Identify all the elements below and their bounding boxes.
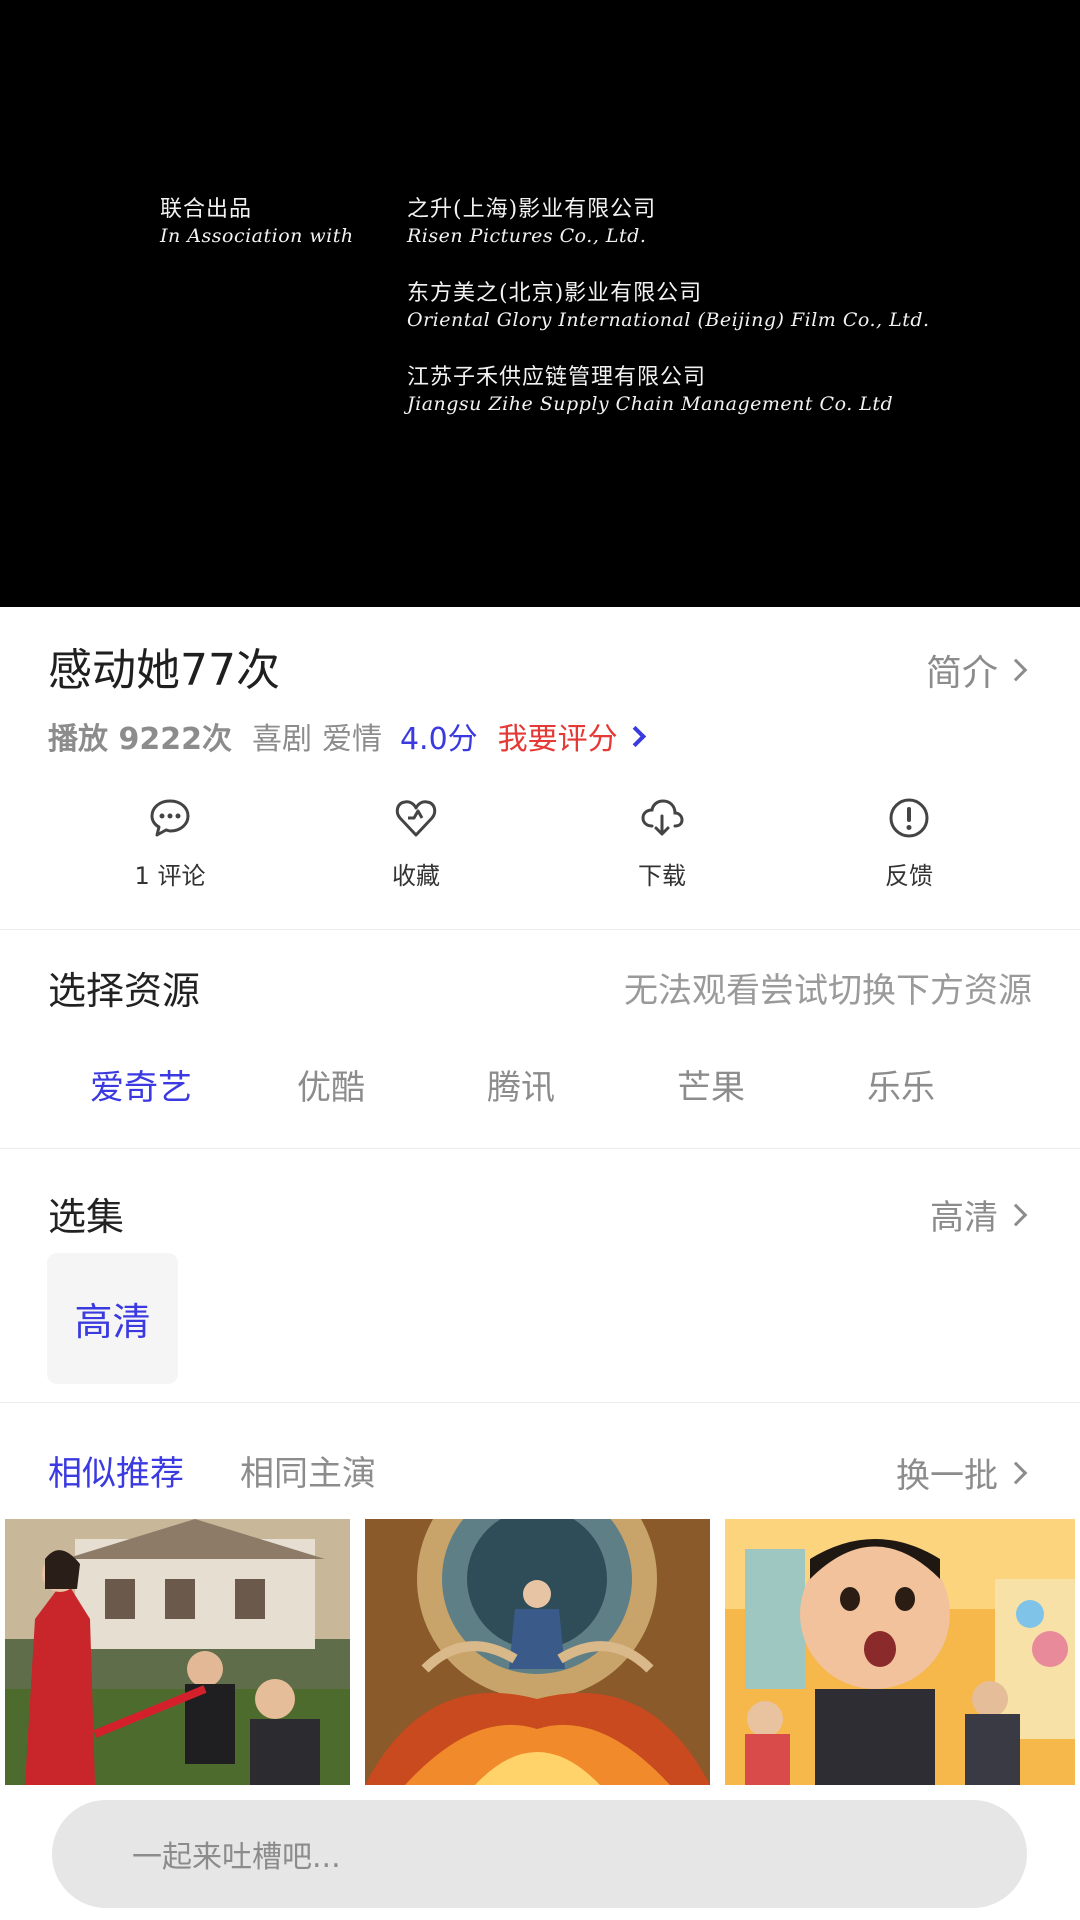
comment-input[interactable]: 一起来吐槽吧... (52, 1800, 1027, 1908)
chevron-right-icon (1004, 658, 1028, 682)
company-name-zh: 之升(上海)影业有限公司 (407, 197, 657, 222)
movie-title: 感动她77次 (48, 645, 280, 696)
poster-card[interactable] (725, 1519, 1075, 1785)
chevron-right-icon (1004, 1461, 1028, 1484)
genre-tag: 爱情 (321, 722, 382, 757)
source-option[interactable]: 芒果 (616, 1060, 806, 1109)
source-title: 选择资源 (48, 969, 201, 1013)
credit-company: 江苏子禾供应链管理有限公司 Jiangsu Zihe Supply Chain … (407, 364, 930, 416)
recommend-posters (0, 1519, 1080, 1785)
credit-role-zh: 联合出品 (160, 197, 253, 222)
score: 4.0分 (399, 722, 478, 757)
rate-label: 我要评分 (497, 722, 618, 757)
chevron-right-icon (624, 725, 646, 747)
source-option[interactable]: 腾讯 (426, 1060, 616, 1109)
rate-button[interactable]: 我要评分 (497, 714, 646, 758)
recommend-tabs: 相似推荐 相同主演 (48, 1446, 376, 1495)
source-option[interactable]: 乐乐 (806, 1060, 996, 1109)
feedback-button[interactable]: 反馈 (809, 790, 1009, 891)
credit-company: 之升(上海)影业有限公司 Risen Pictures Co., Ltd. (407, 196, 930, 248)
company-name-zh: 江苏子禾供应链管理有限公司 (407, 365, 707, 390)
play-count: 播放 9222次 (48, 722, 232, 757)
genre-tag: 喜剧 (251, 722, 312, 757)
download-button[interactable]: 下载 (562, 790, 762, 891)
episode-chip[interactable]: 高清 (47, 1253, 178, 1384)
source-hint: 无法观看尝试切换下方资源 (624, 971, 1032, 1011)
company-name-en: Oriental Glory International (Beijing) F… (407, 309, 930, 331)
action-label: 收藏 (392, 862, 440, 890)
favorite-button[interactable]: 收藏 (316, 790, 516, 891)
quality-selector[interactable]: 高清 (930, 1190, 1028, 1239)
action-label: 1 评论 (134, 862, 206, 890)
intro-link[interactable]: 简介 (925, 644, 1028, 696)
comment-placeholder: 一起来吐槽吧... (132, 1840, 341, 1875)
poster-card[interactable] (5, 1519, 350, 1785)
poster-image (365, 1519, 710, 1785)
action-row: 1 评论 收藏 下载 反馈 (0, 790, 1080, 900)
heart-icon (395, 800, 437, 837)
quality-label: 高清 (930, 1198, 998, 1238)
company-name-en: Jiangsu Zihe Supply Chain Management Co.… (407, 393, 894, 415)
source-option[interactable]: 爱奇艺 (46, 1060, 236, 1109)
source-option[interactable]: 优酷 (236, 1060, 426, 1109)
intro-label: 简介 (925, 653, 998, 694)
poster-image (5, 1519, 350, 1785)
credit-role: 联合出品 In Association with (160, 196, 354, 248)
divider (0, 1148, 1080, 1149)
cloud-download-icon (641, 799, 684, 836)
divider (0, 929, 1080, 930)
company-name-zh: 东方美之(北京)影业有限公司 (407, 281, 703, 306)
alert-icon (889, 798, 929, 838)
video-player[interactable]: 联合出品 In Association with 之升(上海)影业有限公司 Ri… (0, 0, 1080, 607)
action-label: 下载 (638, 862, 686, 890)
divider (0, 1402, 1080, 1403)
source-tabs: 爱奇艺 优酷 腾讯 芒果 乐乐 (0, 1060, 1080, 1109)
movie-meta: 播放 9222次 喜剧 爱情 4.0分 我要评分 (48, 714, 646, 758)
action-label: 反馈 (885, 862, 933, 890)
tab-same-cast[interactable]: 相同主演 (240, 1446, 376, 1495)
credit-role-en: In Association with (160, 225, 354, 247)
comment-button[interactable]: 1 评论 (70, 790, 270, 891)
swap-button[interactable]: 换一批 (896, 1448, 1028, 1497)
episodes-title: 选集 (48, 1195, 125, 1239)
credit-companies: 之升(上海)影业有限公司 Risen Pictures Co., Ltd. 东方… (407, 196, 930, 448)
swap-label: 换一批 (896, 1456, 998, 1496)
tab-similar[interactable]: 相似推荐 (48, 1446, 184, 1495)
poster-image (725, 1519, 1075, 1785)
poster-card[interactable] (365, 1519, 710, 1785)
comment-icon (150, 799, 190, 837)
chevron-right-icon (1004, 1203, 1028, 1226)
credit-company: 东方美之(北京)影业有限公司 Oriental Glory Internatio… (407, 280, 930, 332)
company-name-en: Risen Pictures Co., Ltd. (407, 225, 647, 247)
